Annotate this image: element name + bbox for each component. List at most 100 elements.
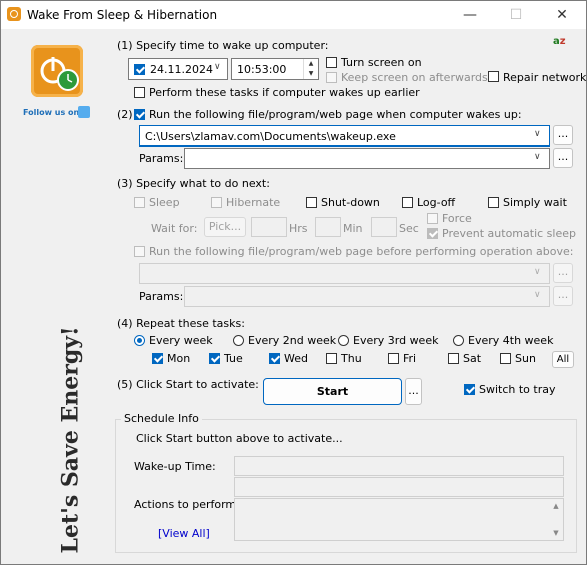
day-tue-label[interactable]: Tue (224, 352, 243, 365)
time-spinner[interactable]: ▲ ▼ (303, 59, 318, 79)
sort-icon[interactable]: az (553, 36, 566, 47)
run-program-label[interactable]: Run the following file/program/web page … (149, 108, 522, 121)
actions-label: Actions to perform: (134, 498, 240, 511)
shutdown-checkbox[interactable] (306, 197, 317, 208)
force-checkbox[interactable] (427, 213, 438, 224)
hibernate-label[interactable]: Hibernate (226, 196, 280, 209)
day-fri-checkbox[interactable] (388, 353, 399, 364)
chevron-down-icon[interactable]: ∨ (534, 267, 541, 277)
day-mon-label[interactable]: Mon (167, 352, 190, 365)
day-thu-label[interactable]: Thu (341, 352, 362, 365)
run-before-path-combo[interactable]: ∨ (139, 263, 550, 284)
run-before-label[interactable]: Run the following file/program/web page … (149, 245, 574, 258)
hours-input[interactable] (251, 217, 287, 237)
app-icon (7, 7, 21, 21)
minimize-button[interactable]: — (447, 1, 493, 29)
logoff-checkbox[interactable] (402, 197, 413, 208)
chevron-down-icon[interactable]: ∨ (214, 62, 221, 72)
chevron-down-icon[interactable]: ∨ (534, 129, 541, 139)
follow-us-label[interactable]: Follow us on (23, 108, 79, 117)
day-sat-label[interactable]: Sat (463, 352, 481, 365)
day-mon-checkbox[interactable] (152, 353, 163, 364)
title-bar[interactable]: Wake From Sleep & Hibernation — ☐ ✕ (1, 1, 586, 29)
date-picker[interactable]: 24.11.2024 ∨ (128, 58, 228, 80)
power-clock-icon (40, 57, 79, 91)
maximize-button[interactable]: ☐ (493, 1, 539, 29)
app-logo (31, 45, 83, 97)
wakeup-time-label: Wake-up Time: (134, 460, 216, 473)
turn-screen-on-checkbox[interactable] (326, 57, 337, 68)
day-sun-checkbox[interactable] (500, 353, 511, 364)
main-window: Wake From Sleep & Hibernation — ☐ ✕ Foll… (0, 0, 587, 565)
every-week-label[interactable]: Every week (149, 334, 213, 347)
every-3rd-week-radio[interactable] (338, 335, 349, 346)
day-wed-label[interactable]: Wed (284, 352, 308, 365)
minutes-input[interactable] (315, 217, 341, 237)
section4-heading: (4) Repeat these tasks: (117, 317, 245, 330)
prevent-sleep-label[interactable]: Prevent automatic sleep (442, 227, 576, 240)
keep-screen-label[interactable]: Keep screen on afterwards (341, 71, 488, 84)
start-button[interactable]: Start (263, 378, 402, 405)
run-before-checkbox[interactable] (134, 246, 145, 257)
params-browse-button[interactable]: ... (553, 148, 573, 168)
time-field[interactable]: 10:53:00 ▲ ▼ (231, 58, 319, 80)
twitter-icon[interactable] (78, 106, 90, 118)
wait-for-label: Wait for: (151, 222, 198, 235)
run-before-params-browse-button[interactable]: ... (553, 286, 573, 306)
prevent-sleep-checkbox[interactable] (427, 228, 438, 239)
seconds-input[interactable] (371, 217, 397, 237)
simply-wait-checkbox[interactable] (488, 197, 499, 208)
all-days-button[interactable]: All (552, 351, 574, 368)
day-tue-checkbox[interactable] (209, 353, 220, 364)
day-wed-checkbox[interactable] (269, 353, 280, 364)
day-sat-checkbox[interactable] (448, 353, 459, 364)
run-before-params-combo[interactable]: ∨ (184, 286, 550, 307)
browse-program-button[interactable]: ... (553, 125, 573, 145)
run-program-checkbox[interactable] (134, 109, 145, 120)
perform-tasks-checkbox[interactable] (134, 87, 145, 98)
turn-screen-on-label[interactable]: Turn screen on (341, 56, 422, 69)
force-label[interactable]: Force (442, 212, 472, 225)
every-4th-week-radio[interactable] (453, 335, 464, 346)
pick-button[interactable]: Pick... (204, 217, 246, 237)
date-enabled-checkbox[interactable] (134, 64, 145, 75)
day-fri-label[interactable]: Fri (403, 352, 416, 365)
repair-network-label[interactable]: Repair network (503, 71, 586, 84)
keep-screen-checkbox[interactable] (326, 72, 337, 83)
sleep-checkbox[interactable] (134, 197, 145, 208)
actions-list[interactable]: ▲ ▼ (234, 498, 564, 541)
shutdown-label[interactable]: Shut-down (321, 196, 380, 209)
every-2nd-week-radio[interactable] (233, 335, 244, 346)
more-options-button[interactable]: ... (405, 378, 422, 405)
program-path-value: C:\Users\zlamav.com\Documents\wakeup.exe (145, 130, 396, 143)
switch-to-tray-checkbox[interactable] (464, 384, 475, 395)
every-week-radio[interactable] (134, 335, 145, 346)
day-thu-checkbox[interactable] (326, 353, 337, 364)
sleep-label[interactable]: Sleep (149, 196, 180, 209)
chevron-down-icon[interactable]: ∨ (534, 290, 541, 300)
view-all-link[interactable]: [View All] (158, 527, 210, 540)
logoff-label[interactable]: Log-off (417, 196, 455, 209)
program-path-combo[interactable]: C:\Users\zlamav.com\Documents\wakeup.exe… (139, 125, 550, 147)
perform-tasks-label[interactable]: Perform these tasks if computer wakes up… (149, 86, 420, 99)
hrs-label: Hrs (289, 222, 308, 235)
scrollbar[interactable]: ▲ ▼ (549, 499, 563, 540)
close-button[interactable]: ✕ (539, 1, 585, 29)
every-2nd-week-label[interactable]: Every 2nd week (248, 334, 336, 347)
simply-wait-label[interactable]: Simply wait (503, 196, 567, 209)
hibernate-checkbox[interactable] (211, 197, 222, 208)
slogan-text: Let's Save Energy! (57, 326, 84, 554)
time-value: 10:53:00 (237, 63, 287, 76)
every-4th-week-label[interactable]: Every 4th week (468, 334, 553, 347)
chevron-down-icon[interactable]: ∨ (534, 152, 541, 162)
switch-to-tray-label[interactable]: Switch to tray (479, 383, 556, 396)
date-value: 24.11.2024 (150, 63, 213, 76)
repair-network-checkbox[interactable] (488, 71, 499, 82)
params-combo[interactable]: ∨ (184, 148, 550, 169)
sec-label: Sec (399, 222, 419, 235)
run-before-params-label: Params: (139, 290, 184, 303)
day-sun-label[interactable]: Sun (515, 352, 536, 365)
run-before-browse-button[interactable]: ... (553, 263, 573, 283)
every-3rd-week-label[interactable]: Every 3rd week (353, 334, 438, 347)
schedule-prompt: Click Start button above to activate... (136, 432, 343, 445)
